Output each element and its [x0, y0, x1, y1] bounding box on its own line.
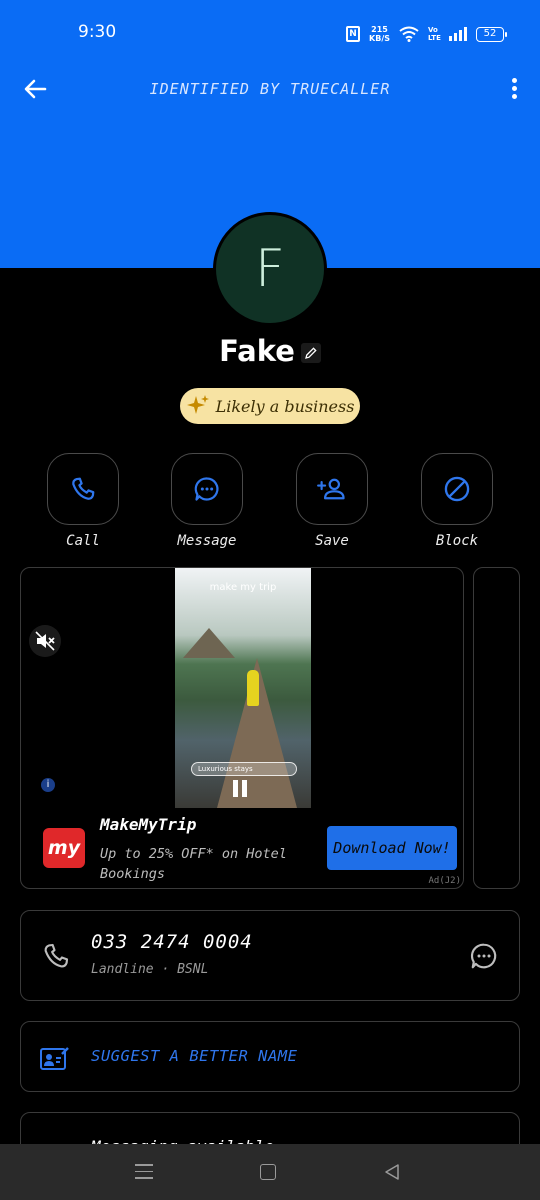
- ad-description: Up to 25% OFF* on Hotel Bookings: [100, 846, 287, 882]
- save-button[interactable]: Save: [296, 453, 368, 549]
- business-badge: Likely a business: [180, 388, 360, 424]
- system-nav-bar: [0, 1144, 540, 1200]
- chat-bubble-icon[interactable]: [469, 941, 499, 971]
- ad-card[interactable]: i make my trip Luxurious stays my MakeMy…: [20, 567, 464, 889]
- status-time: 9:30: [78, 22, 117, 42]
- message-button[interactable]: Message: [171, 453, 243, 549]
- speed-value: 215: [371, 25, 388, 34]
- ad-logo: my: [43, 828, 85, 868]
- call-label: Call: [66, 533, 100, 549]
- block-button-circle[interactable]: [421, 453, 493, 525]
- video-brand: make my trip: [209, 582, 277, 593]
- ad-title: MakeMyTrip: [100, 815, 197, 834]
- avatar: F: [213, 212, 327, 326]
- video-search-pill: Luxurious stays: [191, 762, 297, 776]
- wifi-icon: [399, 26, 419, 42]
- speed-unit: KB/S: [369, 34, 390, 43]
- network-speed: 215 KB/S: [369, 25, 390, 43]
- ad-cta-button[interactable]: Download Now!: [327, 826, 457, 870]
- call-button-circle[interactable]: [47, 453, 119, 525]
- phone-meta: Landline · BSNL: [91, 962, 209, 977]
- suggest-name-label: SUGGEST A BETTER NAME: [91, 1047, 298, 1065]
- home-icon[interactable]: [260, 1164, 276, 1180]
- status-icons: N 215 KB/S Vo LTE 52: [346, 22, 507, 46]
- save-button-circle[interactable]: [296, 453, 368, 525]
- block-button[interactable]: Block: [421, 453, 493, 549]
- chat-bubble-icon: [194, 477, 219, 501]
- contact-name-row: Fake: [0, 334, 540, 368]
- save-label: Save: [315, 533, 349, 549]
- phone-card[interactable]: 033 2474 0004 Landline · BSNL: [20, 910, 520, 1001]
- more-vertical-icon[interactable]: [510, 78, 518, 104]
- ad-tag: Ad(J2): [428, 876, 461, 886]
- sparkle-icon: [186, 395, 209, 414]
- phone-icon: [72, 477, 95, 500]
- add-person-icon: [317, 478, 345, 500]
- block-icon: [444, 476, 470, 502]
- status-bar: 9:30 N 215 KB/S Vo LTE 52: [0, 0, 540, 66]
- signal-icon: [449, 27, 467, 41]
- message-label: Message: [177, 533, 237, 549]
- pause-icon[interactable]: [233, 780, 251, 798]
- nav-back-icon[interactable]: [383, 1163, 401, 1181]
- video-hut: [183, 628, 235, 658]
- suggest-name-card[interactable]: SUGGEST A BETTER NAME: [20, 1021, 520, 1092]
- edit-icon[interactable]: [300, 343, 321, 363]
- message-button-circle[interactable]: [171, 453, 243, 525]
- phone-number: 033 2474 0004: [91, 931, 253, 953]
- video-figure: [247, 670, 259, 706]
- battery-icon: 52: [476, 26, 507, 42]
- nfc-icon: N: [346, 26, 361, 42]
- block-label: Block: [435, 533, 479, 549]
- mute-icon[interactable]: [29, 625, 61, 657]
- contact-name: Fake: [219, 334, 295, 368]
- header-title: IDENTIFIED BY TRUECALLER: [149, 80, 391, 98]
- edit-profile-icon: [40, 1047, 69, 1070]
- info-icon[interactable]: i: [41, 778, 55, 792]
- recent-apps-icon[interactable]: [135, 1164, 153, 1180]
- call-button[interactable]: Call: [47, 453, 119, 549]
- ad-next-card[interactable]: [473, 567, 520, 889]
- phone-icon: [44, 943, 69, 968]
- business-badge-label: Likely a business: [215, 396, 355, 416]
- ad-video[interactable]: make my trip Luxurious stays: [175, 568, 311, 808]
- volte-tag: Vo LTE: [428, 26, 441, 42]
